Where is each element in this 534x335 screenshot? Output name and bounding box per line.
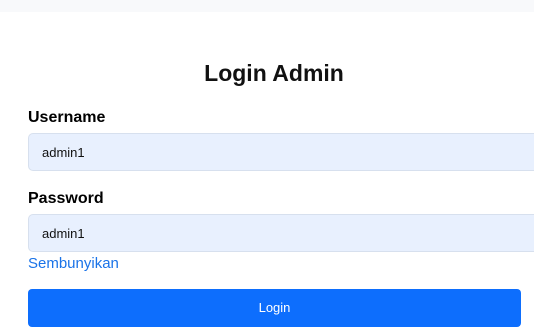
top-page-band (0, 0, 534, 12)
hide-password-link[interactable]: Sembunyikan (28, 255, 119, 273)
username-label: Username (28, 109, 106, 126)
page-title: Login Admin (204, 60, 344, 86)
password-label: Password (28, 190, 104, 207)
login-form: Login Admin Username Password Sembunyika… (0, 12, 534, 335)
login-button[interactable]: Login (28, 289, 521, 327)
username-input[interactable] (28, 133, 534, 171)
password-input[interactable] (28, 214, 534, 252)
